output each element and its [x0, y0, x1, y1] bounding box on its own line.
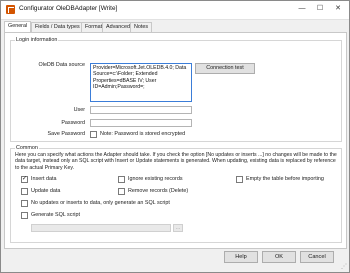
- maximize-button[interactable]: ☐: [313, 3, 327, 15]
- user-input[interactable]: [90, 106, 192, 114]
- browse-sql-path-button[interactable]: ...: [173, 224, 183, 232]
- generate-sql-label: Generate SQL script: [31, 212, 80, 218]
- window-title: Configurator OleDBAdapter [Write]: [19, 5, 118, 12]
- generate-sql-checkbox[interactable]: [21, 212, 28, 219]
- empty-table-label: Empty the table before importing: [246, 176, 324, 182]
- title-bar: Configurator OleDBAdapter [Write] — ☐ ✕: [1, 1, 349, 20]
- common-group: Common Here you can specify what actions…: [10, 145, 342, 243]
- tab-notes[interactable]: Notes: [130, 22, 153, 32]
- insert-data-label: Insert data: [31, 176, 57, 182]
- remove-records-checkbox[interactable]: [118, 188, 125, 195]
- remove-records-label: Remove records (Delete): [128, 188, 189, 194]
- login-group-title: Login information: [15, 37, 59, 44]
- tab-general[interactable]: General: [4, 21, 32, 32]
- ignore-existing-checkbox[interactable]: [118, 176, 125, 183]
- password-input[interactable]: [90, 119, 192, 127]
- common-group-title: Common: [15, 145, 39, 152]
- ok-button[interactable]: OK: [262, 251, 296, 263]
- configurator-window: Configurator OleDBAdapter [Write] — ☐ ✕ …: [0, 0, 350, 273]
- empty-table-checkbox[interactable]: [236, 176, 243, 183]
- close-button[interactable]: ✕: [331, 3, 345, 15]
- resize-grip-icon[interactable]: ⋰: [341, 264, 347, 270]
- tab-fields-data-types[interactable]: Fields / Data types: [31, 22, 84, 32]
- save-password-checkbox[interactable]: [90, 131, 97, 138]
- insert-data-checkbox[interactable]: ✓: [21, 176, 28, 183]
- minimize-button[interactable]: —: [295, 3, 309, 15]
- common-description: Here you can specify what actions the Ad…: [15, 152, 337, 171]
- update-data-label: Update data: [31, 188, 61, 194]
- general-panel: Login information OleDB Data source Prov…: [4, 32, 347, 249]
- ignore-existing-label: Ignore existing records: [128, 176, 183, 182]
- datasource-label: OleDB Data source: [38, 62, 85, 68]
- login-group: Login information OleDB Data source Prov…: [10, 37, 342, 142]
- no-updates-label: No updates or inserts to data, only gene…: [31, 200, 170, 206]
- connection-test-button[interactable]: Connection test: [195, 63, 255, 74]
- no-updates-checkbox[interactable]: [21, 200, 28, 207]
- help-button[interactable]: Help: [224, 251, 258, 263]
- update-data-checkbox[interactable]: [21, 188, 28, 195]
- user-label: User: [73, 107, 85, 113]
- save-password-note: Note: Password is stored encrypted: [100, 131, 186, 137]
- save-password-label: Save Password: [47, 131, 85, 137]
- sql-script-path-input[interactable]: [31, 224, 171, 232]
- password-label: Password: [61, 120, 85, 126]
- app-icon: [6, 5, 15, 14]
- datasource-input[interactable]: Provider=Microsoft.Jet.OLEDB.4.0; Data S…: [90, 63, 192, 102]
- cancel-button[interactable]: Cancel: [300, 251, 334, 263]
